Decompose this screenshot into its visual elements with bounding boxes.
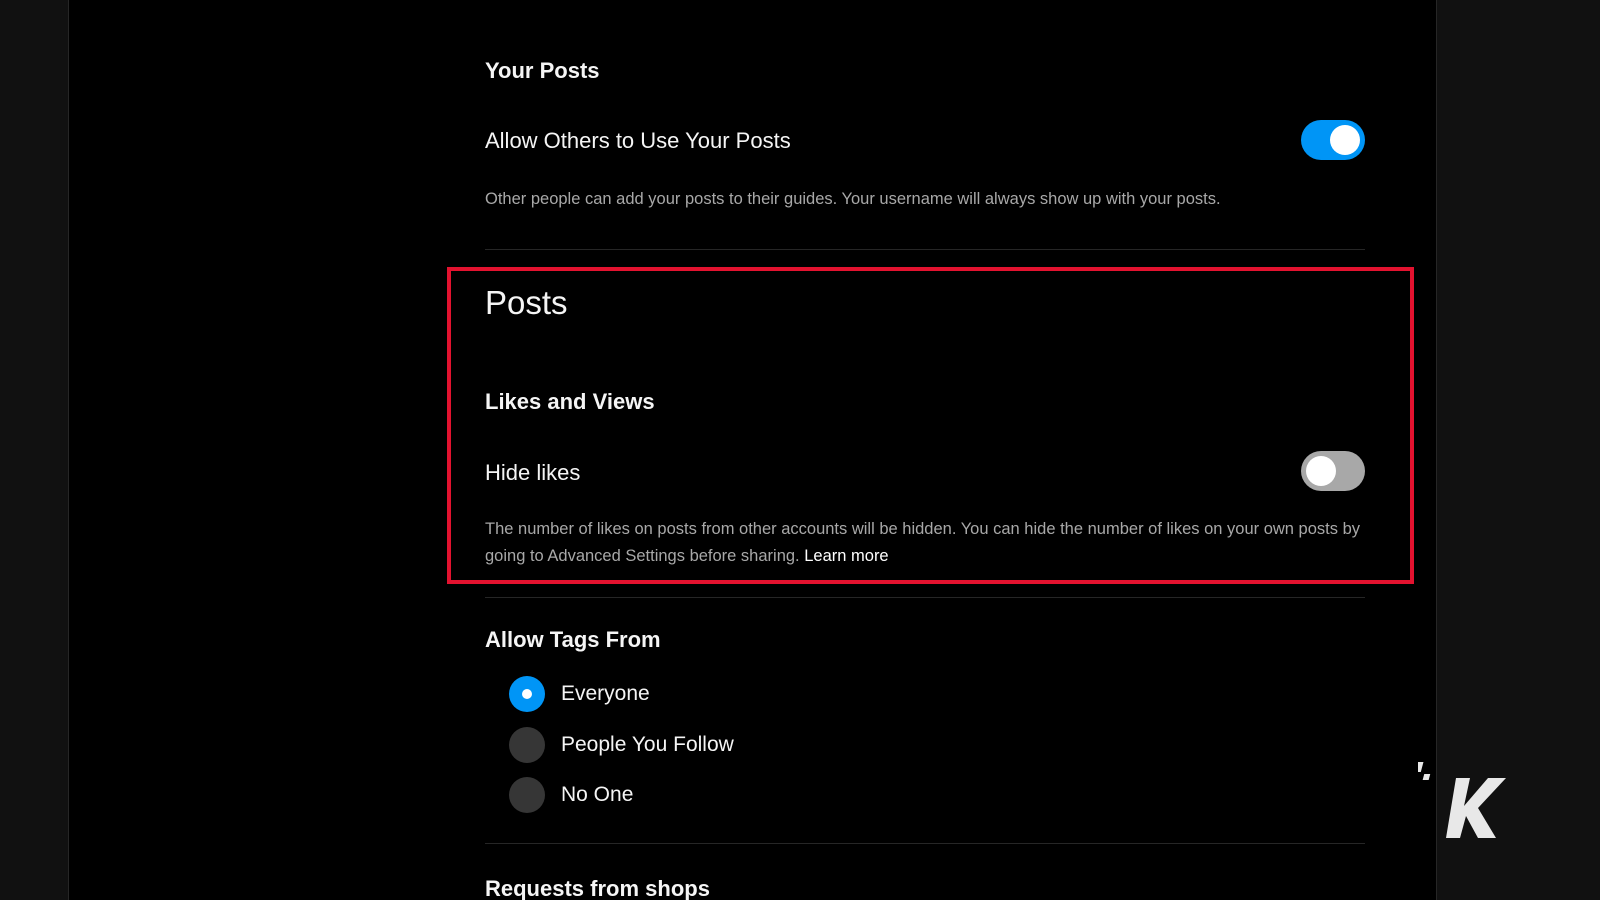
radio-label-no-one: No One <box>561 783 634 806</box>
radio-option-people-you-follow[interactable]: People You Follow <box>509 727 734 763</box>
your-posts-heading: Your Posts <box>485 58 600 83</box>
radio-button-no-one[interactable] <box>509 777 545 813</box>
section-divider <box>485 843 1365 844</box>
allow-others-toggle[interactable] <box>1301 120 1365 160</box>
screen: Your Posts Allow Others to Use Your Post… <box>0 0 1600 900</box>
allow-tags-heading: Allow Tags From <box>485 627 661 652</box>
allow-others-help: Other people can add your posts to their… <box>485 190 1221 208</box>
left-sidebar <box>68 0 416 900</box>
requests-from-shops-heading: Requests from shops <box>485 876 710 900</box>
radio-button-everyone[interactable] <box>509 676 545 712</box>
radio-option-no-one[interactable]: No One <box>509 777 633 813</box>
radio-button-people-you-follow[interactable] <box>509 727 545 763</box>
section-divider <box>485 249 1365 250</box>
section-divider <box>485 597 1365 598</box>
radio-label-people-you-follow: People You Follow <box>561 733 734 756</box>
toggle-knob <box>1330 125 1360 155</box>
allow-others-label: Allow Others to Use Your Posts <box>485 128 791 153</box>
watermark-logo-icon <box>1418 762 1506 838</box>
radio-option-everyone[interactable]: Everyone <box>509 676 650 712</box>
highlight-annotation-box <box>447 267 1414 584</box>
radio-label-everyone: Everyone <box>561 682 650 705</box>
